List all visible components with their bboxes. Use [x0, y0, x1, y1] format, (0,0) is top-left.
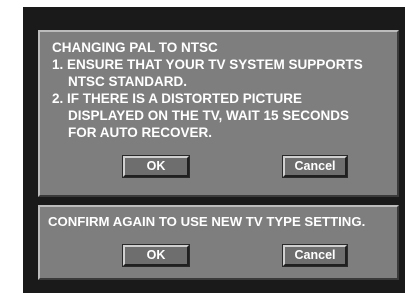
confirm-cancel-button[interactable]: Cancel: [282, 244, 348, 267]
instruction-line-2: NTSC STANDARD.: [68, 74, 187, 89]
instruction-line-5: FOR AUTO RECOVER.: [68, 125, 213, 140]
pal-to-ntsc-dialog: CHANGING PAL TO NTSC 1. ENSURE THAT YOUR…: [38, 30, 399, 197]
confirm-dialog: CONFIRM AGAIN TO USE NEW TV TYPE SETTING…: [38, 205, 399, 280]
confirm-ok-button[interactable]: OK: [122, 244, 190, 267]
ok-button[interactable]: OK: [122, 155, 190, 178]
instruction-line-1: 1. ENSURE THAT YOUR TV SYSTEM SUPPORTS: [52, 57, 363, 72]
instruction-line-3: 2. IF THERE IS A DISTORTED PICTURE: [52, 91, 303, 106]
instruction-line-4: DISPLAYED ON THE TV, WAIT 15 SECONDS: [68, 108, 350, 123]
confirm-message: CONFIRM AGAIN TO USE NEW TV TYPE SETTING…: [48, 214, 366, 229]
cancel-button[interactable]: Cancel: [282, 155, 348, 178]
dialog-title: CHANGING PAL TO NTSC: [52, 40, 218, 55]
